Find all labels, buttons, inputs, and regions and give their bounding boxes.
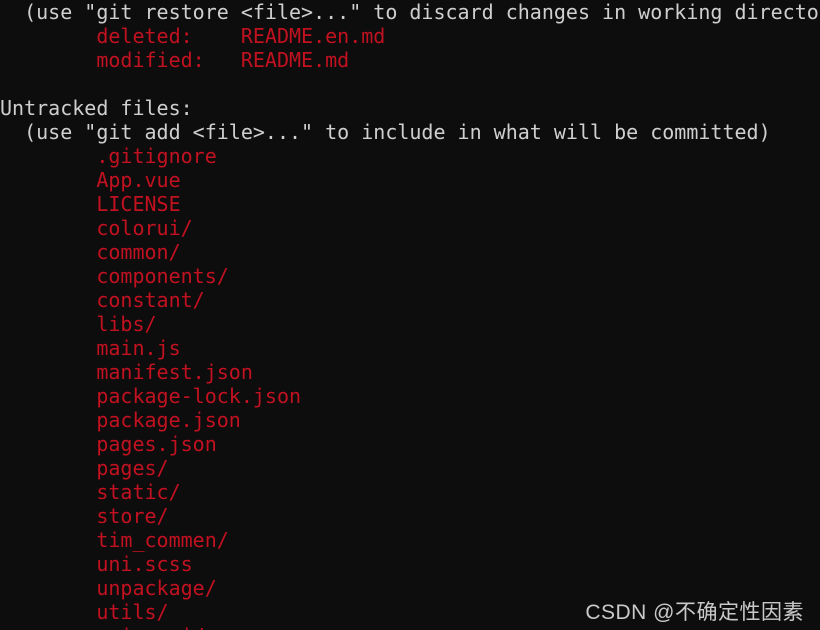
console-line: Untracked files: <box>0 96 193 120</box>
console-line: manifest.json <box>0 360 253 384</box>
console-line: unpackage/ <box>0 576 217 600</box>
console-line: modified: README.md <box>0 48 350 72</box>
console-line: LICENSE <box>0 192 181 216</box>
console-line: pages.json <box>0 432 217 456</box>
console-line: libs/ <box>0 312 157 336</box>
console-line: deleted: README.en.md <box>0 24 386 48</box>
console-line: package-lock.json <box>0 384 302 408</box>
console-line: components/ <box>0 264 229 288</box>
console-line: constant/ <box>0 288 205 312</box>
console-line: main.js <box>0 336 181 360</box>
console-line: package.json <box>0 408 241 432</box>
console-line: store/ <box>0 504 169 528</box>
console-line: App.vue <box>0 168 181 192</box>
console-line: uview-ui/ <box>0 624 820 630</box>
console-line: common/ <box>0 240 181 264</box>
console-line: uni.scss <box>0 552 193 576</box>
console-line: (use "git restore <file>..." to discard … <box>0 0 820 24</box>
console-line: colorui/ <box>0 216 193 240</box>
console-line: pages/ <box>0 456 169 480</box>
console-line: .gitignore <box>0 144 217 168</box>
terminal-window[interactable]: (use "git restore <file>..." to discard … <box>0 0 820 630</box>
console-output: (use "git restore <file>..." to discard … <box>0 0 820 630</box>
console-line: (use "git add <file>..." to include in w… <box>0 120 771 144</box>
console-line: tim_commen/ <box>0 528 229 552</box>
console-line: static/ <box>0 480 181 504</box>
console-line: utils/ <box>0 600 169 624</box>
